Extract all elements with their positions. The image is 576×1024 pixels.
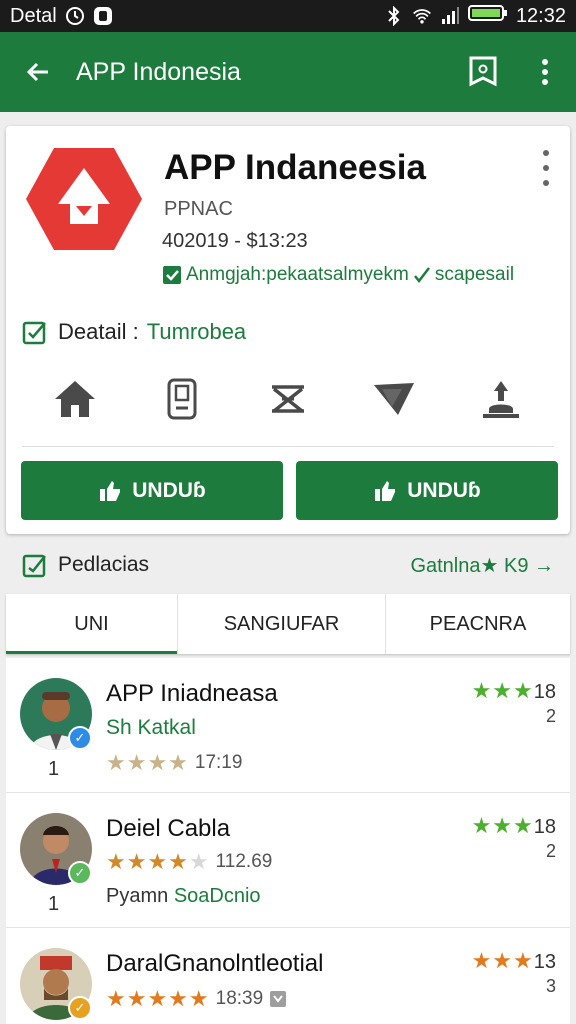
verified-badge-icon: ✓	[68, 861, 92, 885]
notification-app-icon	[93, 6, 113, 26]
shield-icon	[374, 383, 415, 415]
clock-icon	[65, 6, 85, 26]
review-rating-text: 112.69	[215, 851, 273, 872]
bookmark-icon	[469, 56, 497, 87]
see-more-link[interactable]: Gatnlna★ K9 →	[410, 553, 554, 578]
review-rating-text: 18:39	[215, 988, 264, 1009]
app-logo	[24, 144, 144, 254]
review-name: Deiel Cabla	[106, 815, 231, 842]
app-meta: 402019 - $13:23	[162, 230, 308, 252]
verified-text: Anmgjah:pekaatsalmyekm	[186, 264, 409, 285]
edit-check-icon	[22, 554, 46, 578]
review-rating-line: ★★★★★ 18:39	[106, 986, 287, 1012]
star-rating-icon: ★★★★★	[106, 986, 210, 1011]
review-score: ★★★13 3	[472, 948, 556, 997]
score-count: 2	[545, 841, 556, 861]
score-value: 18	[533, 681, 556, 703]
score-count: 3	[545, 976, 556, 996]
detail-row[interactable]: Deatail : Tumrobea	[22, 318, 246, 346]
download-label-secondary: UNDUɓ	[407, 478, 481, 502]
review-subtitle: Pyamn SoaDcnio	[106, 885, 261, 907]
review-name: APP Iniadneasa	[106, 680, 278, 707]
thumbs-up-icon	[375, 480, 396, 501]
signal-icon	[440, 6, 460, 26]
back-button[interactable]	[0, 32, 76, 112]
phone-category-button[interactable]	[158, 375, 206, 423]
home-icon	[55, 381, 96, 417]
orange-stars-icon: ★★★	[471, 948, 534, 973]
status-bar: Detal 12:32	[0, 0, 576, 32]
review-list: ✓ 1 APP Iniadneasa Sh Katkal ★★★★ 17:19 …	[6, 658, 570, 1024]
card-more-button[interactable]	[536, 150, 556, 186]
review-name: DaralGnanolntleotial	[106, 950, 324, 977]
check-box-icon	[163, 266, 181, 284]
verified-badge-icon: ✓	[68, 726, 92, 750]
star-rating-icon: ★★★★	[106, 750, 189, 775]
wifi-icon	[412, 6, 432, 26]
list-item[interactable]: ✓ 1 Deiel Cabla ★★★★★ 112.69 Pyamn SoaDc…	[6, 793, 570, 928]
verified-tag: scapesail	[434, 264, 515, 285]
download-button-secondary[interactable]: UNDUɓ	[296, 461, 558, 520]
tools-category-button[interactable]	[264, 375, 312, 423]
tab-sangiufar[interactable]: SANGIUFAR	[178, 594, 386, 654]
more-vert-icon	[542, 59, 548, 85]
review-rating-text: 17:19	[194, 752, 243, 773]
green-stars-icon: ★★★	[471, 813, 534, 838]
review-rating-line: ★★★★ 17:19	[106, 750, 242, 776]
shield-category-button[interactable]	[370, 375, 418, 423]
app-name: APP Indaneesia	[164, 148, 426, 187]
tab-bar: UNI SANGIUFAR PEACNRA	[6, 594, 570, 654]
bookmark-button[interactable]	[452, 32, 514, 112]
category-icon-row	[22, 374, 554, 424]
review-rank: 1	[48, 893, 60, 915]
check-icon	[413, 267, 430, 284]
score-count: 2	[545, 706, 556, 726]
review-score: ★★★18 2	[472, 678, 556, 727]
app-header-card: APP Indaneesia PPNAC 402019 - $13:23 Anm…	[6, 126, 570, 534]
download-person-icon	[482, 381, 519, 418]
score-value: 18	[533, 816, 556, 838]
divider	[22, 446, 554, 447]
app-bar: APP Indonesia	[0, 32, 576, 112]
verified-row: Anmgjah:pekaatsalmyekm scapesail	[162, 264, 514, 286]
review-rank: 1	[48, 758, 60, 780]
download-label-primary: UNDUɓ	[132, 478, 206, 502]
review-score: ★★★18 2	[472, 813, 556, 862]
status-time: 12:32	[515, 4, 566, 27]
star-rating-icon: ★★★★★	[106, 849, 210, 874]
app-developer: PPNAC	[164, 198, 233, 220]
edit-check-icon	[22, 321, 46, 345]
tag-icon	[270, 991, 287, 1007]
tab-peacnra[interactable]: PEACNRA	[386, 594, 570, 654]
detail-label: Deatail :	[58, 319, 139, 344]
crossed-tool-icon	[271, 385, 304, 413]
home-category-button[interactable]	[51, 375, 99, 423]
review-subtitle: Sh Katkal	[106, 716, 196, 739]
status-text: Detal	[10, 4, 57, 27]
section-title: Pedlacias	[58, 553, 150, 576]
tab-uni[interactable]: UNI	[6, 594, 178, 654]
overflow-menu-button[interactable]	[514, 32, 576, 112]
list-item[interactable]: ✓ 1 APP Iniadneasa Sh Katkal ★★★★ 17:19 …	[6, 658, 570, 793]
score-value: 13	[533, 951, 556, 973]
arrow-back-icon	[26, 62, 48, 82]
battery-icon	[467, 3, 508, 29]
app-bar-title: APP Indonesia	[76, 57, 241, 86]
thumbs-up-icon	[100, 480, 121, 501]
review-rating-line: ★★★★★ 112.69	[106, 849, 272, 875]
phone-icon	[167, 378, 197, 420]
list-item[interactable]: ✓ DaralGnanolntleotial ★★★★★ 18:39 ★★★13…	[6, 928, 570, 1024]
download-button-primary[interactable]: UNDUɓ	[21, 461, 283, 520]
section-header: Pedlacias Gatnlna★ K9 →	[0, 540, 576, 590]
verified-badge-icon: ✓	[68, 996, 92, 1020]
green-stars-icon: ★★★	[471, 678, 534, 703]
download-category-button[interactable]	[477, 375, 525, 423]
bluetooth-icon	[384, 6, 404, 26]
detail-value: Tumrobea	[146, 319, 247, 344]
